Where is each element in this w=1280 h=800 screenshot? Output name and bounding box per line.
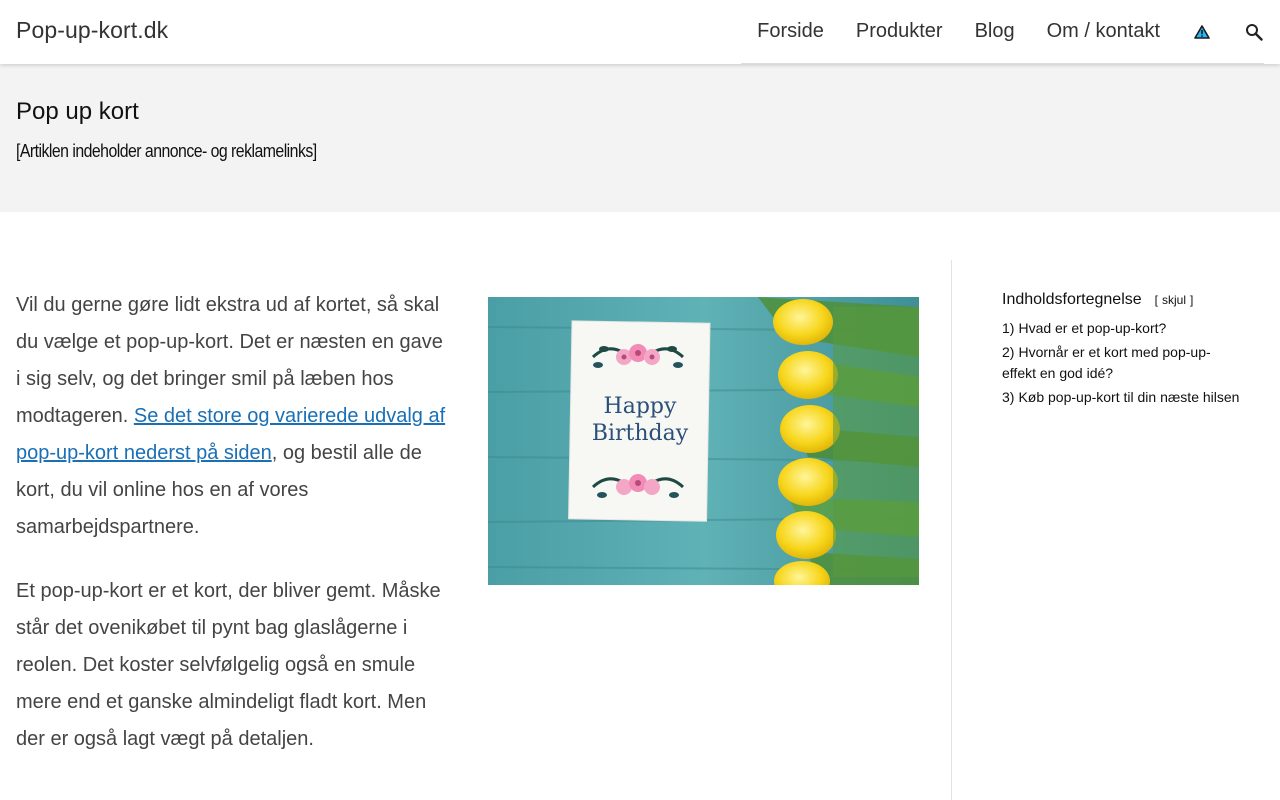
toc-title: Indholdsfortegnelse: [1002, 291, 1142, 308]
toc-item[interactable]: 2) Hvornår er et kort med pop-up-effekt e…: [1002, 342, 1242, 384]
toc-hide-link[interactable]: skjul: [1162, 293, 1186, 307]
sidebar-divider: [951, 260, 952, 800]
birthday-card-photo: Happy Birthday: [488, 297, 919, 585]
nav-item-home[interactable]: Forside: [757, 20, 824, 43]
site-header: Pop-up-kort.dk Forside Produkter Blog Om…: [0, 0, 1280, 64]
warning-triangle-icon[interactable]: [1192, 22, 1212, 42]
nav-item-about[interactable]: Om / kontakt: [1047, 20, 1160, 43]
site-title-link[interactable]: Pop-up-kort.dk: [16, 17, 168, 44]
ad-disclaimer: [Artiklen indeholder annonce- og reklame…: [16, 141, 317, 161]
search-icon[interactable]: [1244, 22, 1264, 42]
toc-toggle-button[interactable]: [skjul]: [1151, 293, 1198, 307]
toc-item[interactable]: 3) Køb pop-up-kort til din næste hilsen: [1002, 387, 1242, 408]
page-title: Pop up kort: [16, 98, 139, 125]
nav-item-blog[interactable]: Blog: [975, 20, 1015, 43]
article-paragraph-intro: Vil du gerne gøre lidt ekstra ud af kort…: [16, 287, 448, 546]
card-text-birthday: Birthday: [592, 421, 689, 446]
table-of-contents: Indholdsfortegnelse [skjul] 1) Hvad er et…: [1002, 291, 1242, 411]
main-nav: Forside Produkter Blog Om / kontakt: [741, 0, 1264, 64]
card-text-happy: Happy: [604, 394, 677, 419]
toc-item[interactable]: 1) Hvad er et pop-up-kort?: [1002, 318, 1242, 339]
nav-item-products[interactable]: Produkter: [856, 20, 943, 43]
page-hero: Pop up kort [Artiklen indeholder annonce…: [0, 64, 1280, 212]
article-body: Vil du gerne gøre lidt ekstra ud af kort…: [16, 287, 448, 785]
article-paragraph-2: Et pop-up-kort er et kort, der bliver ge…: [16, 580, 441, 750]
